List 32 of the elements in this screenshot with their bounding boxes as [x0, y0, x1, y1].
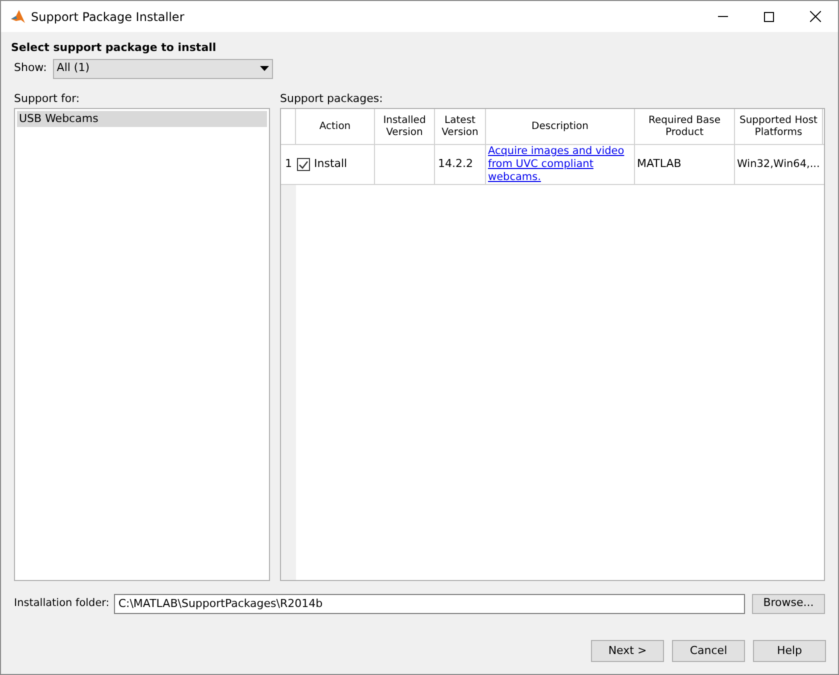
installation-folder-field[interactable]: C:\MATLAB\SupportPackages\R2014b [114, 594, 745, 614]
description-link[interactable]: Acquire images and video from UVC compliant webcams. [488, 145, 634, 184]
column-header[interactable]: Required Base Product [635, 109, 735, 144]
column-header[interactable]: Latest Version [435, 109, 486, 144]
show-dropdown[interactable]: All (1) [52, 58, 273, 78]
support-packages-label: Support packages: [280, 91, 384, 105]
window-title: Support Package Installer [31, 8, 184, 26]
table-cell-text: MATLAB [637, 156, 682, 172]
row-number: 1 [284, 156, 293, 172]
checkmark-icon [299, 160, 308, 168]
install-checkbox[interactable] [297, 158, 310, 171]
table-cell-text: Install [314, 156, 348, 172]
installation-folder-label: Installation folder: [14, 596, 110, 611]
dialog-button[interactable]: Cancel [672, 640, 745, 662]
dialog-button[interactable]: Help [753, 640, 826, 662]
column-header[interactable]: Action [296, 109, 375, 144]
column-header[interactable]: Installed Version [375, 109, 435, 144]
section-heading: Select support package to install [11, 40, 218, 55]
dropdown-arrow-icon [260, 66, 269, 71]
browse-button[interactable]: Browse... [752, 594, 825, 614]
close-icon [810, 11, 820, 22]
table-cell-text: Win32,Win64,... [737, 156, 820, 172]
matlab-logo-icon [10, 8, 26, 24]
support-list-item[interactable]: USB Webcams [17, 111, 267, 127]
minimize-icon [718, 16, 728, 17]
column-header[interactable]: Supported Host Platforms [735, 109, 823, 144]
maximize-icon [764, 12, 774, 22]
show-label: Show: [14, 60, 47, 76]
column-header[interactable]: Description [486, 109, 635, 144]
table-cell-text: 14.2.2 [438, 156, 473, 172]
dialog-button[interactable]: Next > [591, 640, 664, 662]
support-for-label: Support for: [14, 91, 81, 105]
